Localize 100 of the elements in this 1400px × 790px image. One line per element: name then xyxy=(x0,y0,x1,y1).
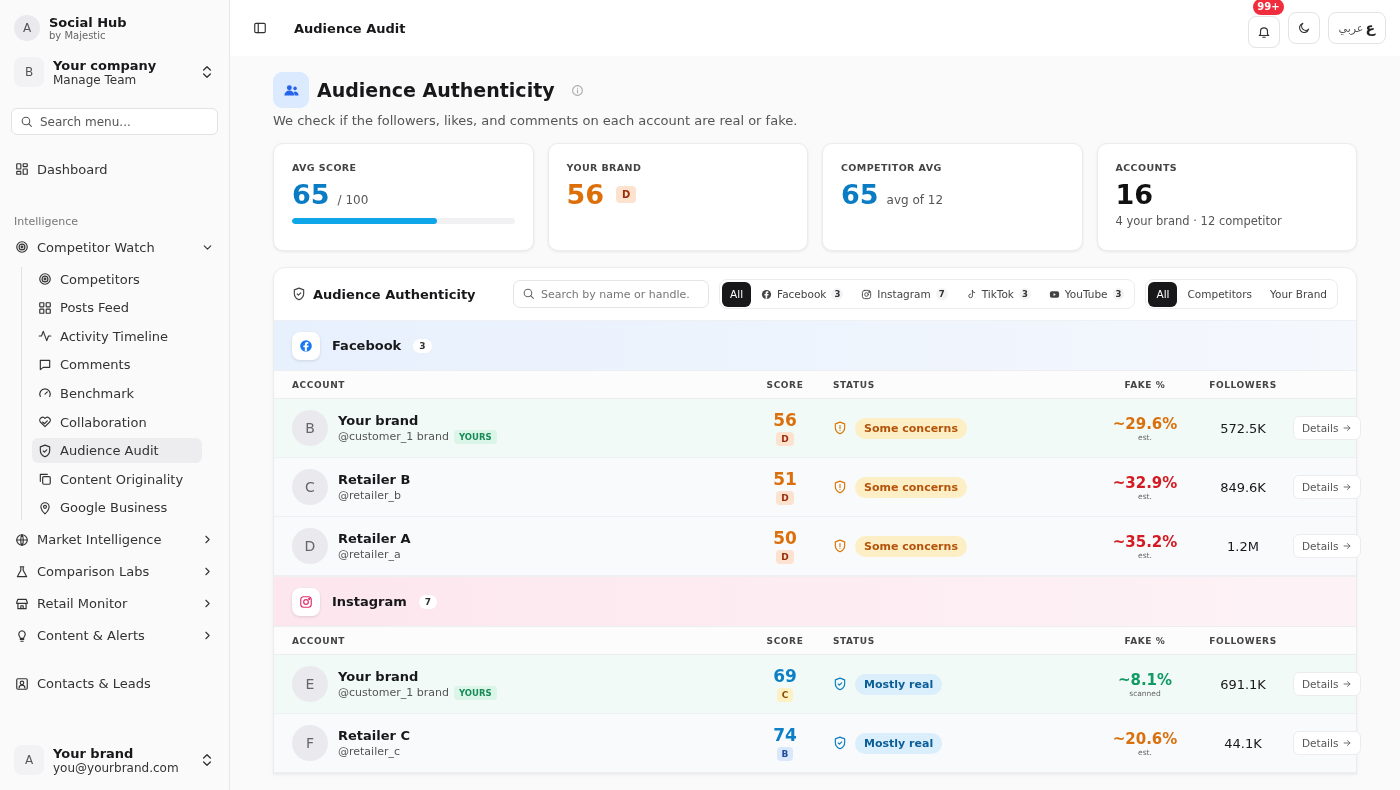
count-badge: 7 xyxy=(418,594,438,609)
account-avatar: F xyxy=(292,725,328,761)
account-name: Retailer C xyxy=(338,728,411,743)
nav-item[interactable]: Posts Feed xyxy=(32,295,202,321)
count-badge: 3 xyxy=(1112,288,1125,300)
page-title: Audience Audit xyxy=(294,20,407,36)
stat-label: ACCOUNTS xyxy=(1115,162,1179,173)
filter-tab[interactable]: Facebook 3 xyxy=(753,281,852,307)
followers-count: 849.6K xyxy=(1219,479,1267,495)
nav-group[interactable]: Market Intelligence xyxy=(11,523,218,556)
arrow-right-icon xyxy=(1342,423,1353,433)
search-field[interactable]: Search by name or handle. xyxy=(513,280,710,308)
followers-count: 1.2M xyxy=(1226,538,1260,554)
filter-tab[interactable]: Your Brand xyxy=(1261,281,1335,307)
nav-group[interactable]: Competitor Watch xyxy=(11,231,218,263)
nav-group[interactable]: Content & Alerts xyxy=(11,619,218,652)
stat-value: 56 xyxy=(566,179,605,210)
grade-badge: D xyxy=(776,491,794,505)
arrow-right-icon xyxy=(1342,482,1353,492)
nav-item[interactable]: Comments xyxy=(32,352,202,378)
team-subtitle: Manage Team xyxy=(53,72,137,87)
notifications-button[interactable] xyxy=(1247,16,1280,48)
stat-value: 65 xyxy=(292,179,330,210)
nav-item[interactable]: Competitors xyxy=(32,266,202,292)
account-handle: @retailer_c xyxy=(338,745,401,758)
filter-tab[interactable]: YouTube 3 xyxy=(1040,281,1133,307)
column-header: FOLLOWERS xyxy=(1208,635,1278,646)
instagram-icon xyxy=(299,594,313,609)
yours-tag: YOURS xyxy=(454,429,497,444)
filter-tab[interactable]: Instagram 7 xyxy=(853,281,956,307)
column-header: SCORE xyxy=(765,379,805,390)
account-name: Retailer A xyxy=(338,531,411,546)
shield-alert-icon xyxy=(833,421,847,435)
instagram-icon xyxy=(861,288,873,300)
nav-item[interactable]: Dashboard xyxy=(11,153,218,185)
yours-tag: YOURS xyxy=(454,685,497,700)
nav-item[interactable]: Activity Timeline xyxy=(32,323,202,349)
shield-icon xyxy=(833,736,847,750)
details-button[interactable]: Details xyxy=(1293,475,1362,499)
grid-icon xyxy=(38,300,52,315)
nav-item[interactable]: Google Business xyxy=(32,495,202,521)
platform-name: Facebook xyxy=(332,338,402,353)
account-handle: @customer_1 brand xyxy=(338,430,449,443)
app-name: Social Hub xyxy=(49,15,127,30)
team-switcher[interactable]: B Your company Manage Team xyxy=(11,46,218,98)
user-menu[interactable]: A Your brand you@yourbrand.com xyxy=(11,730,218,790)
column-header: ACCOUNT xyxy=(292,379,346,390)
nav-group[interactable]: Comparison Labs xyxy=(11,555,218,588)
app-subtitle: by Majestic xyxy=(49,30,107,41)
language-button[interactable]: ع عربي xyxy=(1327,12,1386,44)
filter-tab[interactable]: Competitors xyxy=(1179,281,1260,307)
search-field[interactable]: Search menu... xyxy=(11,108,218,135)
notification-count: 99+ xyxy=(1253,0,1284,15)
column-header: STATUS xyxy=(832,379,876,390)
account-name: Retailer B xyxy=(338,472,411,487)
fake-percent: ~32.9% xyxy=(1112,473,1178,492)
nav-item[interactable]: Audience Audit xyxy=(32,438,202,464)
theme-toggle-button[interactable] xyxy=(1287,12,1320,44)
followers-count: 44.1K xyxy=(1223,735,1263,751)
globe-icon xyxy=(15,532,29,547)
column-header: STATUS xyxy=(832,635,876,646)
app-avatar: A xyxy=(14,15,40,41)
grade-badge: D xyxy=(616,186,637,203)
chat-bubble-icon xyxy=(38,357,52,372)
details-button[interactable]: Details xyxy=(1293,534,1362,558)
stat-value: 16 xyxy=(1115,179,1154,210)
details-button[interactable]: Details xyxy=(1293,416,1362,440)
bell-icon xyxy=(1256,25,1271,39)
score-value: 56 xyxy=(773,410,797,430)
filter-tab[interactable]: All xyxy=(1148,281,1178,307)
filter-tab[interactable]: All xyxy=(722,281,752,307)
user-avatar: A xyxy=(14,745,44,775)
nav-group[interactable]: Retail Monitor xyxy=(11,587,218,620)
fake-percent: ~20.6% xyxy=(1112,729,1178,748)
filter-tab[interactable]: TikTok 3 xyxy=(957,281,1039,307)
details-button[interactable]: Details xyxy=(1293,672,1362,696)
user-name: Your brand xyxy=(53,745,135,761)
fake-percent: ~29.6% xyxy=(1112,414,1178,433)
store-icon xyxy=(15,596,29,611)
column-header: SCORE xyxy=(765,635,805,646)
user-email: you@yourbrand.com xyxy=(53,760,180,775)
arrow-right-icon xyxy=(1342,541,1353,551)
contact-card-icon xyxy=(15,676,29,691)
details-button[interactable]: Details xyxy=(1293,731,1362,755)
grade-badge: D xyxy=(776,432,794,446)
account-avatar: E xyxy=(292,666,328,702)
score-value: 50 xyxy=(773,528,797,548)
nav-item[interactable]: Collaboration xyxy=(32,409,202,435)
nav-item[interactable]: Contacts & Leads xyxy=(11,667,218,700)
team-name: Your company xyxy=(53,57,158,73)
column-header: ACCOUNT xyxy=(292,635,346,646)
stat-label: AVG SCORE xyxy=(292,162,358,173)
target-icon xyxy=(38,272,52,287)
team-avatar: B xyxy=(14,57,44,87)
nav-item[interactable]: Benchmark xyxy=(32,380,202,406)
flask-icon xyxy=(15,564,29,579)
stat-note: 4 your brand · 12 competitor xyxy=(1115,214,1283,228)
nav-item[interactable]: Content Originality xyxy=(32,466,202,492)
moon-icon xyxy=(1296,21,1311,35)
status-pill: Some concerns xyxy=(855,535,967,557)
